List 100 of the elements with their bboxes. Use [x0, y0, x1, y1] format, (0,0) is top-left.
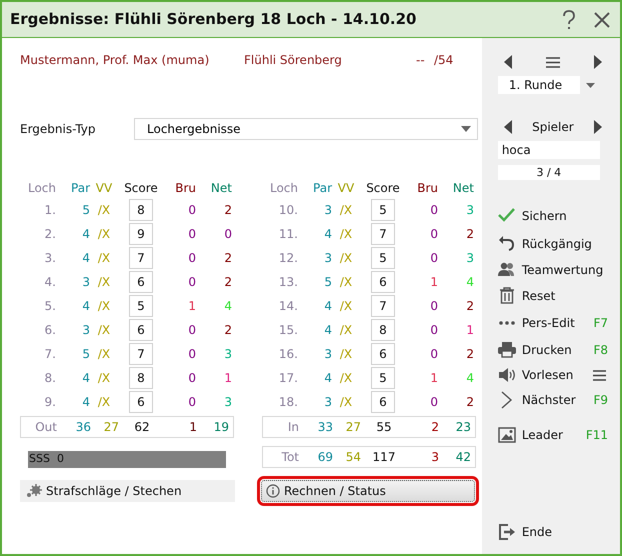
- hole-number: 11.: [278, 226, 298, 243]
- bru-value: 0: [187, 370, 196, 387]
- shortcut-label: F9: [593, 392, 608, 409]
- vv-value: /X: [338, 274, 354, 291]
- shortcut-label: F8: [593, 342, 608, 359]
- action-button[interactable]: Reset: [498, 287, 586, 305]
- par-value: 3: [323, 202, 332, 219]
- par-value: 4: [81, 370, 90, 387]
- menu-icon[interactable]: [593, 370, 606, 380]
- vv-value: /X: [338, 346, 354, 363]
- score-input[interactable]: 5: [371, 247, 395, 269]
- bru-value: 0: [429, 250, 438, 267]
- sss-label: SSS 0: [29, 451, 64, 468]
- par-value: 4: [323, 370, 332, 387]
- net-value: 2: [223, 274, 232, 291]
- vv-value: /X: [338, 370, 354, 387]
- next-icon[interactable]: [594, 120, 602, 134]
- bru-value: 1: [429, 370, 438, 387]
- net-value: 2: [465, 346, 474, 363]
- vv-total: 27: [102, 419, 119, 436]
- exit-button[interactable]: Ende: [498, 523, 608, 541]
- net-value: 2: [465, 226, 474, 243]
- action-button[interactable]: Leader: [498, 426, 586, 444]
- column-header: Bru: [416, 180, 438, 197]
- action-button[interactable]: Nächster: [498, 391, 586, 409]
- previous-icon[interactable]: [504, 55, 512, 69]
- action-button[interactable]: Rückgängig: [498, 235, 592, 253]
- column-header: VV: [336, 180, 356, 197]
- hole-number: 9.: [44, 394, 56, 411]
- vv-value: /X: [96, 346, 112, 363]
- score-input[interactable]: 6: [371, 271, 395, 293]
- score-input[interactable]: 7: [371, 223, 395, 245]
- score-input[interactable]: 6: [129, 319, 153, 341]
- penalty-button[interactable]: Strafschläge / Stechen: [20, 480, 235, 502]
- score-input[interactable]: 8: [371, 319, 395, 341]
- net-value: 1: [465, 322, 474, 339]
- net-total: 19: [212, 419, 230, 436]
- score-total: 117: [372, 449, 396, 466]
- help-icon[interactable]: [562, 10, 576, 30]
- result-type-dropdown[interactable]: Lochergebnisse: [134, 118, 478, 140]
- action-button[interactable]: Sichern: [498, 207, 586, 225]
- net-value: 3: [223, 346, 232, 363]
- caret-icon[interactable]: [461, 126, 471, 132]
- column-header: Par: [70, 180, 90, 197]
- score-input[interactable]: 5: [371, 367, 395, 389]
- column-header: VV: [94, 180, 114, 197]
- score-input[interactable]: 6: [371, 391, 395, 413]
- action-button[interactable]: Vorlesen: [498, 366, 586, 384]
- hole-number: 5.: [44, 298, 56, 315]
- score-input[interactable]: 5: [371, 199, 395, 221]
- vv-value: /X: [96, 298, 112, 315]
- par-value: 3: [323, 394, 332, 411]
- vv-total: 54: [344, 449, 361, 466]
- hole-number: 4.: [44, 274, 56, 291]
- score-input[interactable]: 5: [129, 295, 153, 317]
- bru-total: 2: [430, 419, 439, 436]
- caret-icon[interactable]: [586, 82, 595, 88]
- par-total: 33: [316, 419, 333, 436]
- net-value: 3: [223, 394, 232, 411]
- vv-value: /X: [338, 298, 354, 315]
- net-value: 4: [465, 274, 474, 291]
- menu-icon[interactable]: [546, 56, 560, 68]
- par-value: 5: [81, 346, 90, 363]
- score-input[interactable]: 9: [129, 223, 153, 245]
- vv-value: /X: [96, 322, 112, 339]
- vv-value: /X: [96, 370, 112, 387]
- score-input[interactable]: 7: [371, 295, 395, 317]
- action-button[interactable]: Teamwertung: [498, 261, 604, 279]
- vv-value: /X: [338, 202, 354, 219]
- previous-icon[interactable]: [504, 120, 512, 134]
- column-header: Net: [452, 180, 474, 197]
- score-input[interactable]: 6: [371, 343, 395, 365]
- score-input[interactable]: 8: [129, 199, 153, 221]
- vv-value: /X: [338, 250, 354, 267]
- hole-number: 18.: [278, 394, 298, 411]
- vv-value: /X: [338, 226, 354, 243]
- score-input[interactable]: 8: [129, 367, 153, 389]
- net-value: 2: [465, 298, 474, 315]
- score-input[interactable]: 7: [129, 343, 153, 365]
- close-icon[interactable]: [594, 12, 610, 28]
- action-button[interactable]: Drucken: [498, 341, 586, 359]
- shortcut-label: F11: [586, 427, 608, 444]
- score-input[interactable]: 6: [129, 391, 153, 413]
- net-value: 1: [223, 370, 232, 387]
- player-field[interactable]: hoca: [498, 141, 600, 159]
- action-button[interactable]: Pers-Edit: [498, 314, 586, 332]
- bru-total: 3: [430, 449, 439, 466]
- par-value: 3: [81, 322, 90, 339]
- hole-number: 12.: [278, 250, 298, 267]
- net-value: 0: [223, 226, 232, 243]
- score-input[interactable]: 6: [129, 271, 153, 293]
- bru-value: 0: [429, 322, 438, 339]
- vv-value: /X: [338, 322, 354, 339]
- bru-value: 0: [187, 322, 196, 339]
- next-icon[interactable]: [594, 55, 602, 69]
- hole-number: 7.: [44, 346, 56, 363]
- total-label: Out: [34, 419, 57, 436]
- column-header: Bru: [174, 180, 196, 197]
- score-input[interactable]: 7: [129, 247, 153, 269]
- shortcut-label: F7: [593, 315, 608, 332]
